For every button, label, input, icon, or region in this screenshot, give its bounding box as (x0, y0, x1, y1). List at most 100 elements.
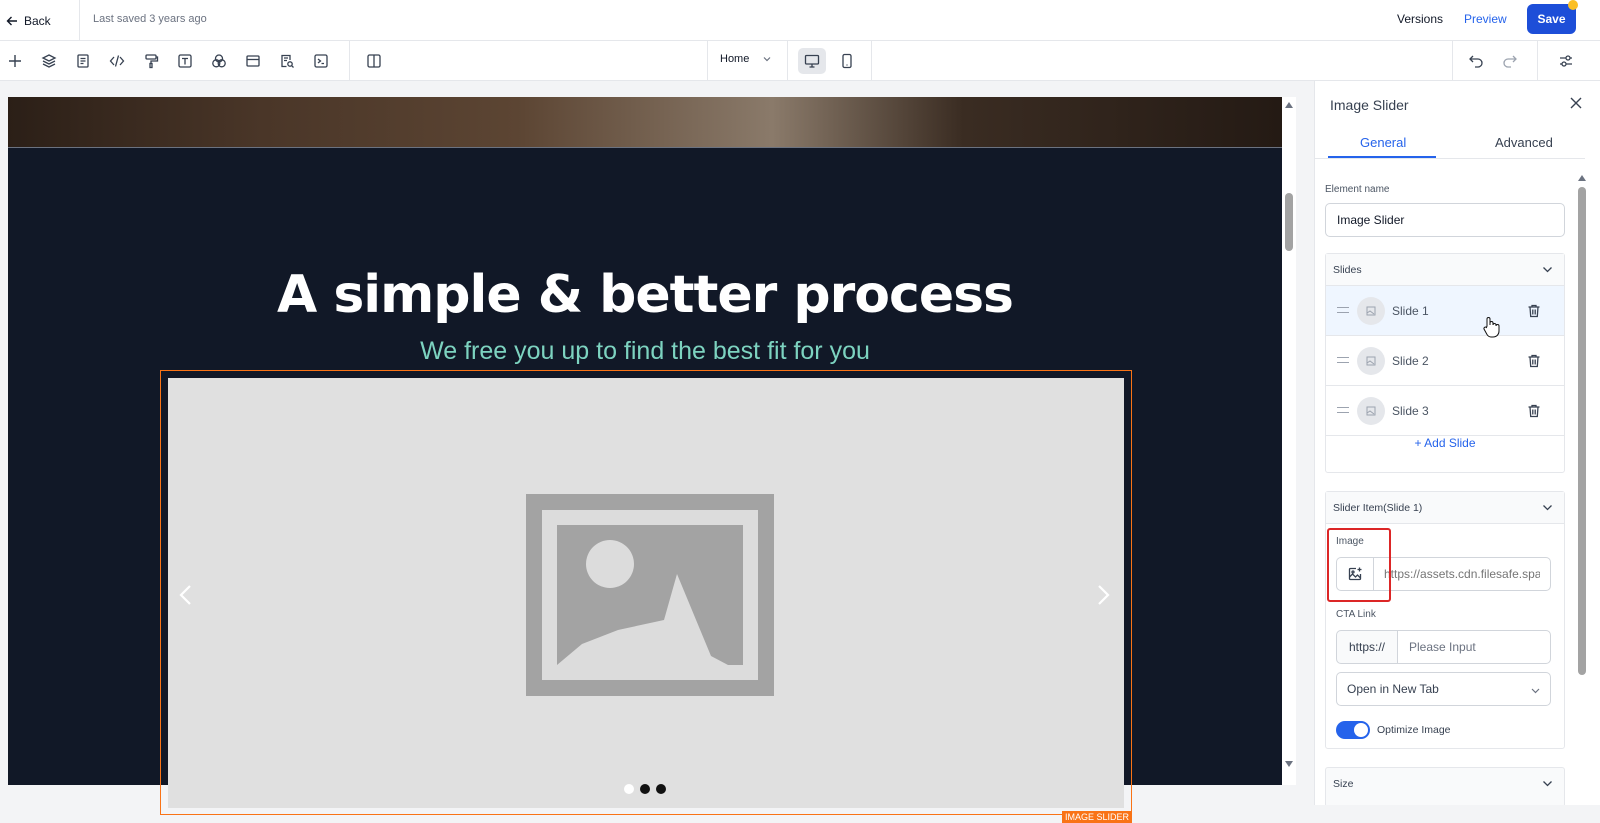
chevron-down-icon (1543, 267, 1552, 273)
image-icon (1366, 406, 1376, 416)
slider-dot[interactable] (624, 784, 634, 794)
panel-title: Image Slider (1330, 97, 1409, 113)
layers-icon[interactable] (39, 51, 59, 71)
scroll-up-icon[interactable] (1285, 102, 1293, 108)
slide-thumbnail (1357, 397, 1385, 425)
drag-handle-icon[interactable] (1337, 307, 1349, 313)
slide-label: Slide 2 (1392, 354, 1429, 368)
chevron-left-icon[interactable] (176, 583, 196, 607)
canvas-frame: A simple & better process We free you up… (8, 97, 1282, 823)
list-item[interactable]: Slide 3 (1326, 386, 1564, 436)
slider-dots (624, 784, 666, 794)
image-placeholder-icon (526, 494, 774, 696)
undo-icon[interactable] (1466, 51, 1486, 71)
image-url-input[interactable] (1373, 557, 1551, 591)
terminal-icon[interactable] (311, 51, 331, 71)
canvas-scrollbar[interactable] (1282, 97, 1296, 785)
redo-icon[interactable] (1500, 51, 1520, 71)
divider (871, 41, 872, 81)
color-circles-icon[interactable] (209, 51, 229, 71)
element-name-input[interactable] (1325, 203, 1565, 237)
close-icon[interactable] (1568, 95, 1584, 111)
image-slider[interactable]: IMAGE SLIDER (160, 370, 1132, 823)
code-icon[interactable] (107, 51, 127, 71)
optimize-image-toggle[interactable] (1336, 721, 1370, 739)
top-bar: Back Last saved 3 years ago Versions Pre… (0, 0, 1600, 41)
slides-header-label: Slides (1333, 264, 1362, 276)
split-view-icon[interactable] (364, 51, 384, 71)
tab-general[interactable]: General (1360, 135, 1406, 150)
divider (349, 41, 350, 81)
slide-label: Slide 3 (1392, 404, 1429, 418)
mobile-icon[interactable] (833, 48, 861, 74)
page-select-value: Home (720, 53, 750, 65)
trash-icon[interactable] (1526, 303, 1542, 319)
element-type-badge: IMAGE SLIDER (1061, 811, 1132, 823)
image-icon (1366, 306, 1376, 316)
drag-handle-icon[interactable] (1337, 407, 1349, 413)
image-upload-button[interactable] (1336, 557, 1373, 591)
link-target-value: Open in New Tab (1347, 682, 1439, 696)
sliders-icon[interactable] (1556, 51, 1576, 71)
image-add-icon (1348, 567, 1362, 581)
scroll-down-icon[interactable] (1285, 761, 1293, 767)
chevron-down-icon (1543, 781, 1552, 787)
slide-thumbnail (1357, 297, 1385, 325)
cta-link-input[interactable] (1397, 630, 1551, 664)
active-tab-indicator (1328, 156, 1436, 158)
preview-button[interactable]: Preview (1464, 12, 1507, 26)
divider (787, 41, 788, 81)
size-header-label: Size (1333, 778, 1354, 790)
link-target-select[interactable]: Open in New Tab (1336, 672, 1551, 706)
chevron-down-icon (1543, 505, 1552, 511)
page-icon[interactable] (73, 51, 93, 71)
size-section-header[interactable]: Size (1325, 767, 1565, 805)
page-select[interactable]: Home (720, 53, 771, 65)
slides-header[interactable]: Slides (1326, 254, 1564, 286)
chevron-right-icon[interactable] (1093, 583, 1113, 607)
section-icon[interactable] (243, 51, 263, 71)
desktop-icon[interactable] (798, 48, 826, 74)
image-label: Image (1336, 536, 1364, 547)
slides-section: Slides Slide 1 Slide 2 Slide 3 + Add Sli… (1325, 253, 1565, 473)
chevron-down-icon (1531, 688, 1540, 694)
tab-advanced[interactable]: Advanced (1495, 135, 1553, 150)
search-doc-icon[interactable] (277, 51, 297, 71)
slider-dot[interactable] (640, 784, 650, 794)
slider-dot[interactable] (656, 784, 666, 794)
scroll-up-icon[interactable] (1578, 175, 1586, 181)
section-subtitle[interactable]: We free you up to find the best fit for … (8, 337, 1282, 366)
trash-icon[interactable] (1526, 403, 1542, 419)
element-name-label: Element name (1325, 184, 1390, 195)
slide-thumbnail (1357, 347, 1385, 375)
divider (1452, 41, 1453, 81)
text-icon[interactable] (175, 51, 195, 71)
hero-image[interactable] (8, 97, 1282, 148)
list-item[interactable]: Slide 1 (1326, 286, 1564, 336)
properties-panel: Image Slider General Advanced Element na… (1314, 81, 1600, 805)
paint-roller-icon[interactable] (141, 51, 161, 71)
drag-handle-icon[interactable] (1337, 357, 1349, 363)
slider-slide[interactable] (168, 378, 1124, 808)
scrollbar-thumb[interactable] (1285, 193, 1293, 251)
optimize-image-label: Optimize Image (1377, 724, 1451, 736)
plus-icon[interactable] (5, 51, 25, 71)
list-item[interactable]: Slide 2 (1326, 336, 1564, 386)
divider (79, 0, 80, 41)
slider-item-header[interactable]: Slider Item(Slide 1) (1326, 492, 1564, 524)
cta-protocol-prefix[interactable]: https:// (1336, 630, 1398, 664)
slider-item-header-label: Slider Item(Slide 1) (1333, 502, 1423, 514)
section-title[interactable]: A simple & better process (8, 265, 1282, 325)
trash-icon[interactable] (1526, 353, 1542, 369)
versions-button[interactable]: Versions (1397, 12, 1443, 26)
divider (1537, 41, 1538, 81)
image-icon (1366, 356, 1376, 366)
scrollbar-thumb[interactable] (1578, 187, 1586, 675)
notification-dot (1568, 0, 1578, 10)
process-section[interactable]: A simple & better process We free you up… (8, 148, 1282, 823)
arrow-left-icon (6, 16, 17, 26)
add-slide-button[interactable]: + Add Slide (1326, 436, 1564, 450)
panel-scrollbar[interactable] (1577, 173, 1587, 805)
back-button[interactable]: Back (6, 11, 51, 31)
divider (707, 41, 708, 81)
